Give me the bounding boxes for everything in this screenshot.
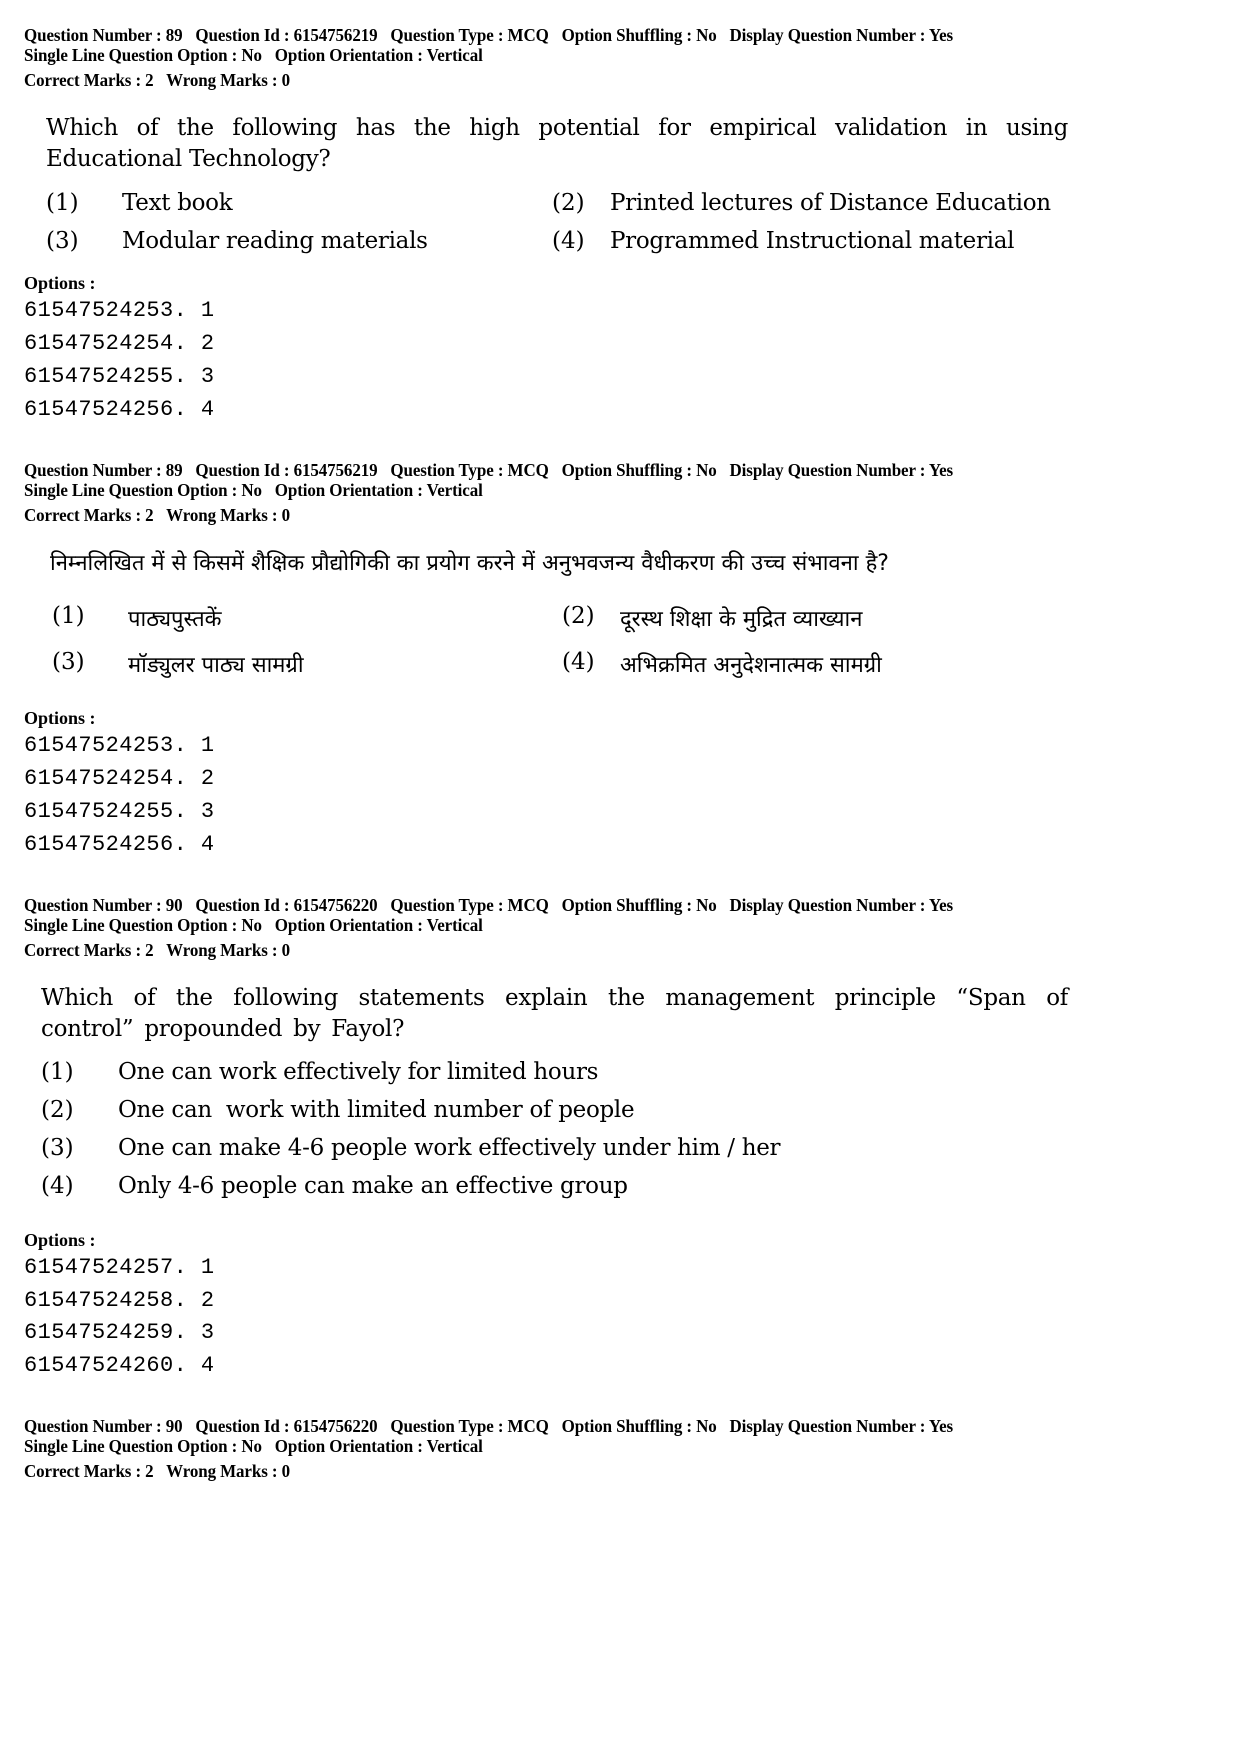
option-id-2: 61547524254. 2	[24, 331, 215, 356]
wrong-marks: Wrong Marks : 0	[166, 70, 290, 90]
correct-marks: Correct Marks : 2	[24, 505, 154, 525]
option-shuffling: Option Shuffling : No	[561, 1416, 717, 1436]
choice-number-4: (4)	[41, 1173, 74, 1199]
single-line-question-option: Single Line Question Option : No	[24, 45, 262, 65]
option-id-3: 61547524255. 3	[24, 799, 215, 824]
option-id-3: 61547524259. 3	[24, 1320, 215, 1345]
question-meta-line1: Question Number : 89 Question Id : 61547…	[24, 25, 953, 46]
choice-text-4: Only 4-6 people can make an effective gr…	[118, 1173, 628, 1199]
marks-line: Correct Marks : 2 Wrong Marks : 0	[24, 940, 290, 961]
option-id-4: 61547524260. 4	[24, 1353, 215, 1378]
question-number: Question Number : 90	[24, 895, 183, 915]
choice-number-4: (4)	[562, 649, 595, 675]
question-meta-line1: Question Number : 90 Question Id : 61547…	[24, 895, 953, 916]
option-id-1: 61547524257. 1	[24, 1255, 215, 1280]
choice-text-2: One can work with limited number of peop…	[118, 1097, 635, 1123]
question-number: Question Number : 90	[24, 1416, 183, 1436]
option-shuffling: Option Shuffling : No	[561, 25, 717, 45]
choice-number-1: (1)	[46, 190, 79, 216]
option-id-2: 61547524254. 2	[24, 766, 215, 791]
question-text: Which of the following statements explai…	[41, 985, 1068, 1042]
choice-text-3: One can make 4-6 people work effectively…	[118, 1135, 781, 1161]
question-type: Question Type : MCQ	[390, 460, 549, 480]
correct-marks: Correct Marks : 2	[24, 1461, 154, 1481]
single-line-question-option: Single Line Question Option : No	[24, 480, 262, 500]
marks-line: Correct Marks : 2 Wrong Marks : 0	[24, 1461, 290, 1482]
question-id: Question Id : 6154756219	[195, 25, 378, 45]
question-meta-line2: Single Line Question Option : No Option …	[24, 1436, 483, 1457]
single-line-question-option: Single Line Question Option : No	[24, 1436, 262, 1456]
choice-text-1: पाठ्यपुस्तकें	[128, 607, 222, 632]
choice-number-4: (4)	[552, 228, 585, 254]
choice-number-2: (2)	[562, 603, 595, 629]
question-text: Which of the following has the high pote…	[46, 115, 1068, 172]
choice-text-3: Modular reading materials	[122, 228, 428, 254]
question-meta-line2: Single Line Question Option : No Option …	[24, 480, 483, 501]
display-question-number: Display Question Number : Yes	[729, 460, 954, 480]
question-type: Question Type : MCQ	[390, 895, 549, 915]
question-meta-line2: Single Line Question Option : No Option …	[24, 45, 483, 66]
question-number: Question Number : 89	[24, 25, 183, 45]
choice-text-1: One can work effectively for limited hou…	[118, 1059, 599, 1085]
options-label: Options :	[24, 273, 96, 293]
option-orientation: Option Orientation : Vertical	[274, 915, 483, 935]
choice-number-3: (3)	[52, 649, 85, 675]
question-text: निम्नलिखित में से किसमें शैक्षिक प्रौद्य…	[50, 551, 889, 576]
option-orientation: Option Orientation : Vertical	[274, 1436, 483, 1456]
choice-number-2: (2)	[552, 190, 585, 216]
correct-marks: Correct Marks : 2	[24, 70, 154, 90]
question-type: Question Type : MCQ	[390, 25, 549, 45]
question-id: Question Id : 6154756220	[195, 1416, 378, 1436]
choice-text-4: अभिक्रमित अनुदेशनात्मक सामग्री	[620, 653, 882, 678]
choice-number-1: (1)	[41, 1059, 74, 1085]
options-label: Options :	[24, 708, 96, 728]
choice-text-4: Programmed Instructional material	[610, 228, 1015, 254]
option-id-2: 61547524258. 2	[24, 1288, 215, 1313]
choice-number-3: (3)	[41, 1135, 74, 1161]
display-question-number: Display Question Number : Yes	[729, 1416, 954, 1436]
correct-marks: Correct Marks : 2	[24, 940, 154, 960]
question-id: Question Id : 6154756220	[195, 895, 378, 915]
option-id-3: 61547524255. 3	[24, 364, 215, 389]
marks-line: Correct Marks : 2 Wrong Marks : 0	[24, 70, 290, 91]
wrong-marks: Wrong Marks : 0	[166, 940, 290, 960]
choice-text-1: Text book	[122, 190, 233, 216]
choice-number-2: (2)	[41, 1097, 74, 1123]
question-meta-line1: Question Number : 89 Question Id : 61547…	[24, 460, 953, 481]
question-id: Question Id : 6154756219	[195, 460, 378, 480]
question-meta-line1: Question Number : 90 Question Id : 61547…	[24, 1416, 953, 1437]
question-number: Question Number : 89	[24, 460, 183, 480]
wrong-marks: Wrong Marks : 0	[166, 505, 290, 525]
options-label: Options :	[24, 1230, 96, 1250]
question-meta-line2: Single Line Question Option : No Option …	[24, 915, 483, 936]
choice-number-1: (1)	[52, 603, 85, 629]
display-question-number: Display Question Number : Yes	[729, 25, 954, 45]
wrong-marks: Wrong Marks : 0	[166, 1461, 290, 1481]
option-id-4: 61547524256. 4	[24, 832, 215, 857]
choice-text-3: मॉड्युलर पाठ्य सामग्री	[128, 653, 304, 678]
option-id-4: 61547524256. 4	[24, 397, 215, 422]
option-shuffling: Option Shuffling : No	[561, 895, 717, 915]
single-line-question-option: Single Line Question Option : No	[24, 915, 262, 935]
marks-line: Correct Marks : 2 Wrong Marks : 0	[24, 505, 290, 526]
option-orientation: Option Orientation : Vertical	[274, 480, 483, 500]
option-shuffling: Option Shuffling : No	[561, 460, 717, 480]
choice-number-3: (3)	[46, 228, 79, 254]
choice-text-2: Printed lectures of Distance Education	[610, 190, 1051, 216]
option-id-1: 61547524253. 1	[24, 298, 215, 323]
question-type: Question Type : MCQ	[390, 1416, 549, 1436]
choice-text-2: दूरस्थ शिक्षा के मुद्रित व्याख्यान	[620, 607, 863, 632]
display-question-number: Display Question Number : Yes	[729, 895, 954, 915]
option-id-1: 61547524253. 1	[24, 733, 215, 758]
option-orientation: Option Orientation : Vertical	[274, 45, 483, 65]
